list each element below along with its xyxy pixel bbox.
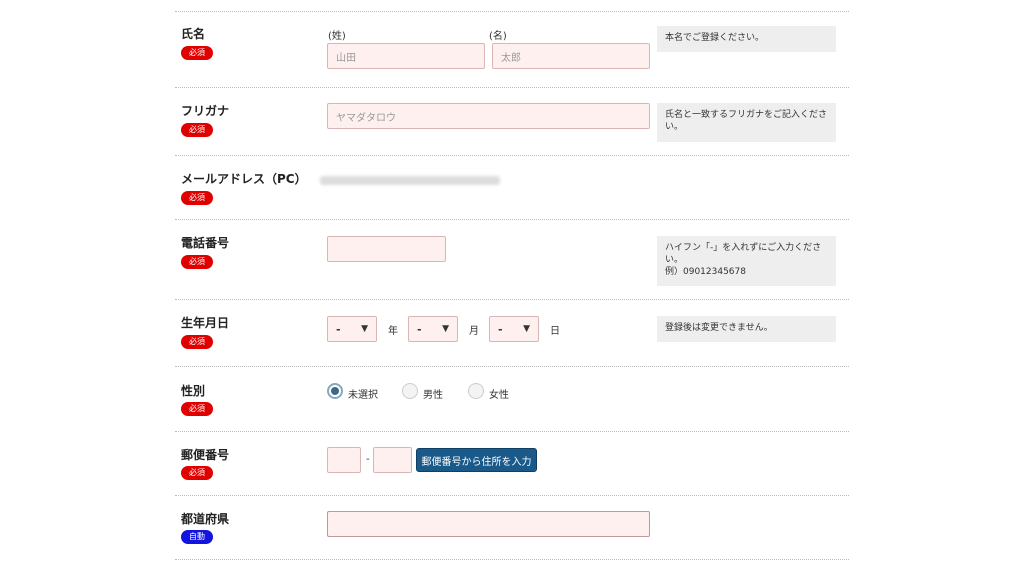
- phone-help-line2: 例）09012345678: [665, 267, 746, 277]
- birth-month-value: -: [417, 322, 422, 336]
- name-label: 氏名: [181, 27, 206, 41]
- gender-radio-unselected[interactable]: [327, 383, 343, 399]
- gender-radio-male[interactable]: [402, 383, 418, 399]
- birthday-label: 生年月日: [181, 316, 230, 330]
- row-divider: [175, 431, 849, 432]
- phone-input[interactable]: [327, 236, 446, 262]
- row-divider: [175, 11, 849, 12]
- birth-year-select[interactable]: - ▼: [327, 316, 377, 342]
- prefecture-input[interactable]: [327, 511, 650, 537]
- name-help-text: 本名でご登録ください。: [657, 26, 836, 52]
- birth-month-select[interactable]: - ▼: [408, 316, 458, 342]
- zip-second-input[interactable]: [373, 447, 412, 473]
- first-name-input[interactable]: 太郎: [492, 43, 650, 69]
- required-badge: 必須: [181, 402, 213, 416]
- last-name-input[interactable]: 山田: [327, 43, 485, 69]
- row-divider: [175, 219, 849, 220]
- row-divider: [175, 299, 849, 300]
- row-divider: [175, 87, 849, 88]
- chevron-down-icon: ▼: [442, 324, 449, 334]
- zip-lookup-button[interactable]: 郵便番号から住所を入力: [416, 448, 537, 472]
- furigana-help-text: 氏名と一致するフリガナをご記入ください。: [657, 103, 836, 142]
- prefecture-label: 都道府県: [181, 512, 230, 526]
- gender-option-label: 女性: [489, 390, 509, 401]
- row-divider: [175, 366, 849, 367]
- first-name-sublabel: (名): [489, 31, 507, 42]
- row-divider: [175, 495, 849, 496]
- required-badge: 必須: [181, 466, 213, 480]
- birth-year-value: -: [336, 322, 341, 336]
- month-unit: 月: [469, 326, 479, 337]
- phone-label: 電話番号: [181, 236, 230, 250]
- gender-label: 性別: [181, 384, 206, 398]
- chevron-down-icon: ▼: [523, 324, 530, 334]
- furigana-input[interactable]: ヤマダタロウ: [327, 103, 650, 129]
- furigana-label: フリガナ: [181, 104, 230, 118]
- chevron-down-icon: ▼: [361, 324, 368, 334]
- birthday-help-text: 登録後は変更できません。: [657, 316, 836, 342]
- birth-day-value: -: [498, 322, 503, 336]
- phone-help-line1: ハイフン「-」を入れずにご入力ください。: [665, 243, 822, 265]
- zip-first-input[interactable]: [327, 447, 361, 473]
- required-badge: 必須: [181, 46, 213, 60]
- auto-badge: 自動: [181, 530, 213, 544]
- email-value-blurred: [320, 176, 500, 185]
- row-divider: [175, 155, 849, 156]
- required-badge: 必須: [181, 123, 213, 137]
- gender-radio-female[interactable]: [468, 383, 484, 399]
- gender-option-label: 未選択: [348, 390, 378, 401]
- required-badge: 必須: [181, 191, 213, 205]
- phone-help-text: ハイフン「-」を入れずにご入力ください。 例）09012345678: [657, 236, 836, 286]
- birth-day-select[interactable]: - ▼: [489, 316, 539, 342]
- day-unit: 日: [550, 326, 560, 337]
- last-name-sublabel: (姓): [328, 31, 346, 42]
- required-badge: 必須: [181, 335, 213, 349]
- zip-label: 郵便番号: [181, 448, 230, 462]
- year-unit: 年: [388, 326, 398, 337]
- row-divider: [175, 559, 849, 560]
- gender-option-label: 男性: [423, 390, 443, 401]
- email-label: メールアドレス（PC）: [181, 172, 307, 186]
- zip-dash: -: [366, 454, 370, 465]
- required-badge: 必須: [181, 255, 213, 269]
